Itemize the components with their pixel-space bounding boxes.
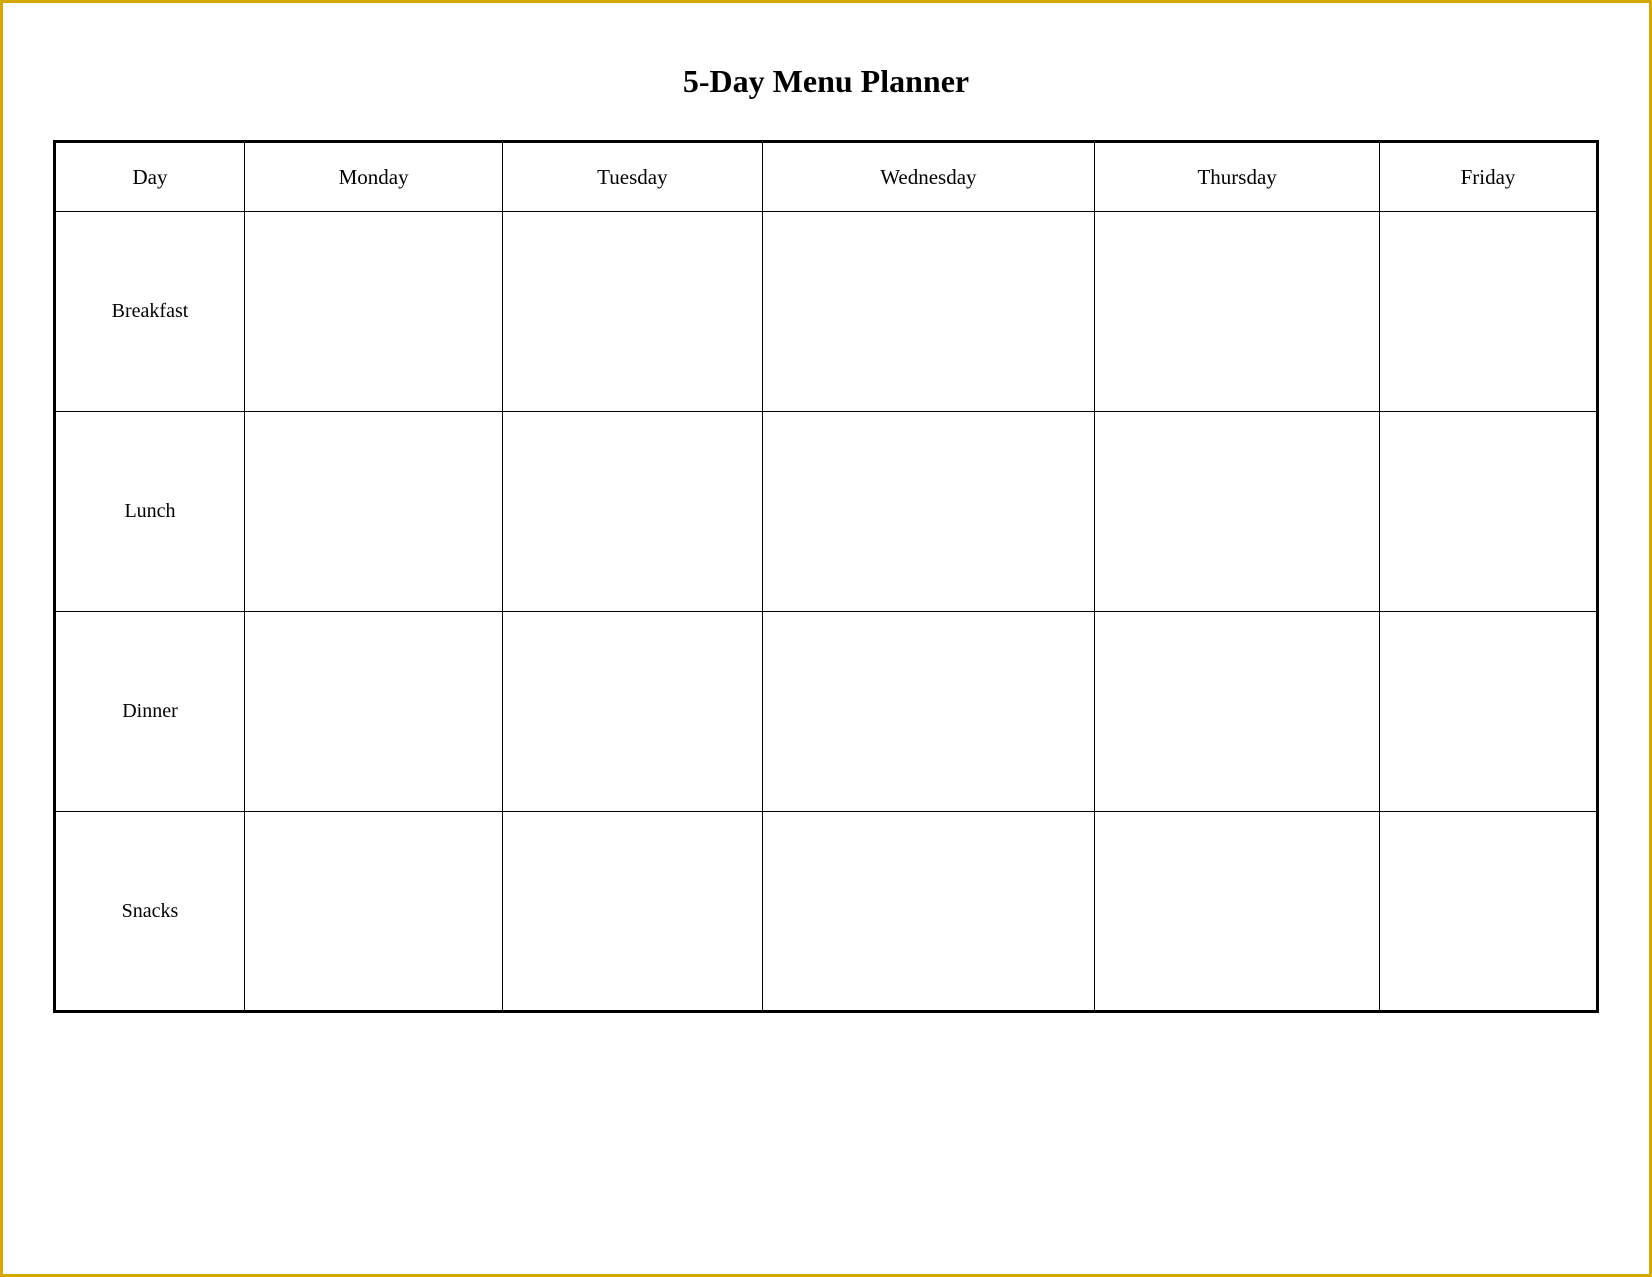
col-header-friday: Friday bbox=[1379, 142, 1597, 212]
breakfast-thursday[interactable] bbox=[1095, 212, 1380, 412]
breakfast-label: Breakfast bbox=[55, 212, 245, 412]
header-row: Day Monday Tuesday Wednesday Thursday Fr… bbox=[55, 142, 1598, 212]
breakfast-row: Breakfast bbox=[55, 212, 1598, 412]
snacks-thursday[interactable] bbox=[1095, 812, 1380, 1012]
breakfast-tuesday[interactable] bbox=[503, 212, 762, 412]
snacks-row: Snacks bbox=[55, 812, 1598, 1012]
breakfast-monday[interactable] bbox=[245, 212, 503, 412]
breakfast-friday[interactable] bbox=[1379, 212, 1597, 412]
dinner-row: Dinner bbox=[55, 612, 1598, 812]
dinner-label: Dinner bbox=[55, 612, 245, 812]
snacks-monday[interactable] bbox=[245, 812, 503, 1012]
snacks-label: Snacks bbox=[55, 812, 245, 1012]
col-header-wednesday: Wednesday bbox=[762, 142, 1095, 212]
col-header-thursday: Thursday bbox=[1095, 142, 1380, 212]
dinner-friday[interactable] bbox=[1379, 612, 1597, 812]
lunch-monday[interactable] bbox=[245, 412, 503, 612]
lunch-tuesday[interactable] bbox=[503, 412, 762, 612]
snacks-tuesday[interactable] bbox=[503, 812, 762, 1012]
lunch-friday[interactable] bbox=[1379, 412, 1597, 612]
lunch-label: Lunch bbox=[55, 412, 245, 612]
page-title: 5-Day Menu Planner bbox=[683, 63, 969, 100]
col-header-day: Day bbox=[55, 142, 245, 212]
menu-planner-table: Day Monday Tuesday Wednesday Thursday Fr… bbox=[53, 140, 1599, 1013]
snacks-wednesday[interactable] bbox=[762, 812, 1095, 1012]
col-header-monday: Monday bbox=[245, 142, 503, 212]
breakfast-wednesday[interactable] bbox=[762, 212, 1095, 412]
dinner-tuesday[interactable] bbox=[503, 612, 762, 812]
lunch-thursday[interactable] bbox=[1095, 412, 1380, 612]
lunch-wednesday[interactable] bbox=[762, 412, 1095, 612]
dinner-monday[interactable] bbox=[245, 612, 503, 812]
dinner-thursday[interactable] bbox=[1095, 612, 1380, 812]
dinner-wednesday[interactable] bbox=[762, 612, 1095, 812]
snacks-friday[interactable] bbox=[1379, 812, 1597, 1012]
lunch-row: Lunch bbox=[55, 412, 1598, 612]
col-header-tuesday: Tuesday bbox=[503, 142, 762, 212]
